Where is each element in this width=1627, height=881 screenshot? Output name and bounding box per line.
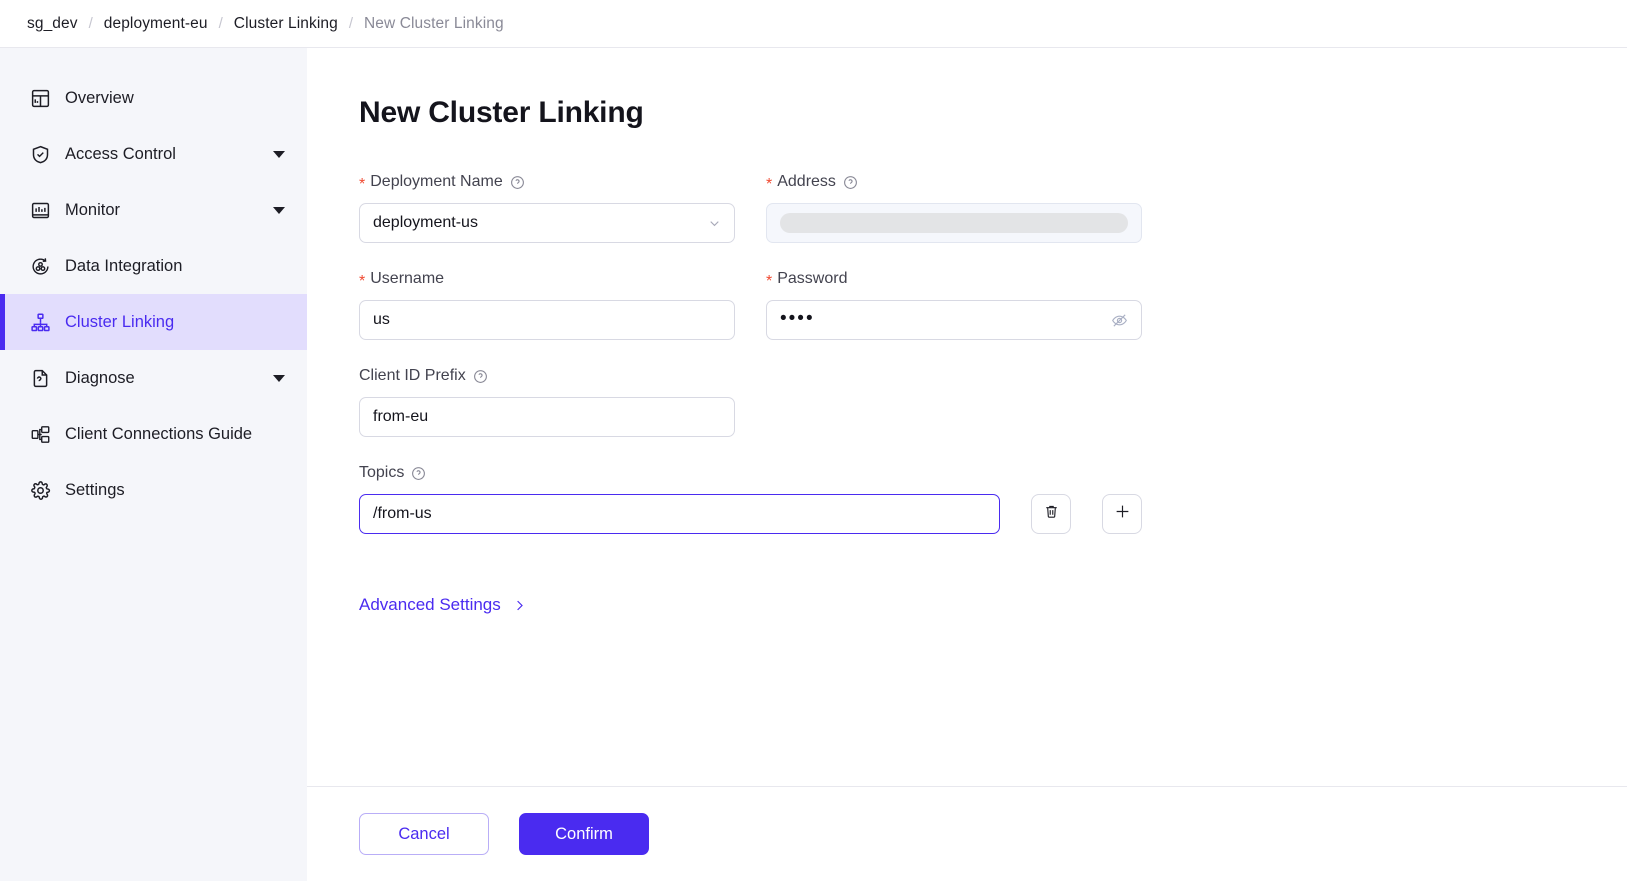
username-input[interactable]: us — [359, 300, 735, 340]
diagnose-file-icon — [29, 367, 51, 389]
label-text: Topics — [359, 464, 405, 481]
advanced-settings-label: Advanced Settings — [359, 595, 501, 614]
address-label: * Address — [766, 172, 1142, 193]
body-region: Overview Access Control Monitor Data Int… — [0, 48, 1627, 881]
label-text: Address — [777, 173, 836, 190]
label-text: Deployment Name — [370, 173, 503, 190]
deployment-name-value: deployment-us — [373, 214, 478, 231]
chevron-down-icon[interactable] — [273, 374, 285, 382]
required-asterisk: * — [359, 273, 366, 290]
sidebar-item-diagnose[interactable]: Diagnose — [0, 350, 307, 406]
page-title: New Cluster Linking — [359, 96, 644, 129]
field-deployment-name: * Deployment Name deployment-us — [359, 172, 735, 243]
client-id-prefix-input[interactable]: from-eu — [359, 397, 735, 437]
field-client-id-prefix: Client ID Prefix from-eu — [359, 366, 735, 437]
form-row-topics: Topics /from-us — [359, 463, 1627, 534]
confirm-button[interactable]: Confirm — [519, 813, 649, 855]
label-text: Client ID Prefix — [359, 367, 466, 384]
trash-icon — [1043, 503, 1060, 525]
sidebar-item-label: Overview — [65, 88, 134, 107]
form-row-deployment-address: * Deployment Name deployment-us * Addres… — [359, 172, 1627, 243]
client-id-prefix-label: Client ID Prefix — [359, 366, 735, 386]
sidebar-item-cluster-linking[interactable]: Cluster Linking — [0, 294, 307, 350]
eye-off-icon[interactable] — [1111, 312, 1128, 329]
sidebar-item-label: Settings — [65, 480, 125, 499]
gear-icon — [29, 479, 51, 501]
sidebar-item-data-integration[interactable]: Data Integration — [0, 238, 307, 294]
breadcrumb: sg_dev / deployment-eu / Cluster Linking… — [27, 15, 504, 33]
help-icon[interactable] — [843, 175, 858, 190]
username-value: us — [373, 311, 390, 328]
breadcrumb-separator: / — [88, 15, 93, 32]
client-id-prefix-value: from-eu — [373, 408, 429, 425]
chevron-right-icon — [512, 598, 527, 613]
help-icon[interactable] — [473, 369, 488, 384]
form-container: New Cluster Linking * Deployment Name de… — [307, 48, 1627, 786]
sidebar-item-label: Cluster Linking — [65, 312, 175, 331]
password-value: •••• — [780, 308, 815, 328]
topics-label: Topics — [359, 463, 1142, 483]
plus-icon — [1113, 502, 1132, 526]
deployment-name-select[interactable]: deployment-us — [359, 203, 735, 243]
sidebar-item-access-control[interactable]: Access Control — [0, 126, 307, 182]
data-integration-icon — [29, 255, 51, 277]
client-connections-icon — [29, 423, 51, 445]
deployment-name-label: * Deployment Name — [359, 172, 735, 193]
delete-topic-button[interactable] — [1031, 494, 1071, 534]
sidebar-item-settings[interactable]: Settings — [0, 462, 307, 518]
sidebar-item-monitor[interactable]: Monitor — [0, 182, 307, 238]
form-row-username-password: * Username us * Password •••• — [359, 269, 1627, 340]
sidebar-item-label: Client Connections Guide — [65, 424, 253, 443]
overview-icon — [29, 87, 51, 109]
required-asterisk: * — [359, 176, 366, 193]
sidebar-item-overview[interactable]: Overview — [0, 70, 307, 126]
address-input[interactable] — [766, 203, 1142, 243]
sidebar-item-label: Access Control — [65, 144, 176, 163]
sidebar-item-client-connections-guide[interactable]: Client Connections Guide — [0, 406, 307, 462]
topics-input[interactable]: /from-us — [359, 494, 1000, 534]
label-text: Password — [777, 270, 848, 287]
label-text: Username — [370, 270, 445, 287]
app-root: sg_dev / deployment-eu / Cluster Linking… — [0, 0, 1627, 881]
cancel-button[interactable]: Cancel — [359, 813, 489, 855]
field-topics: Topics /from-us — [359, 463, 1142, 534]
field-address: * Address — [766, 172, 1142, 243]
sidebar-item-label: Data Integration — [65, 256, 183, 275]
password-input[interactable]: •••• — [766, 300, 1142, 340]
chevron-down-icon[interactable] — [273, 150, 285, 158]
monitor-chart-icon — [29, 199, 51, 221]
top-bar: sg_dev / deployment-eu / Cluster Linking… — [0, 0, 1627, 48]
password-label: * Password — [766, 269, 1142, 290]
required-asterisk: * — [766, 273, 773, 290]
topics-value: /from-us — [373, 505, 432, 522]
help-icon[interactable] — [411, 466, 426, 481]
breadcrumb-item-deployment-eu[interactable]: deployment-eu — [104, 15, 208, 33]
form-footer: Cancel Confirm — [307, 786, 1627, 881]
breadcrumb-item-cluster-linking[interactable]: Cluster Linking — [234, 15, 338, 33]
sidebar: Overview Access Control Monitor Data Int… — [0, 48, 307, 881]
sidebar-item-label: Diagnose — [65, 368, 135, 387]
cluster-linking-icon — [29, 311, 51, 333]
main-panel: New Cluster Linking * Deployment Name de… — [307, 48, 1627, 881]
breadcrumb-item-current: New Cluster Linking — [363, 14, 504, 32]
sidebar-item-label: Monitor — [65, 200, 121, 219]
topics-row: /from-us — [359, 494, 1142, 534]
chevron-down-icon[interactable] — [273, 206, 285, 214]
breadcrumb-separator: / — [218, 15, 223, 32]
breadcrumb-item-sg-dev[interactable]: sg_dev — [27, 15, 78, 33]
field-password: * Password •••• — [766, 269, 1142, 340]
help-icon[interactable] — [510, 175, 525, 190]
add-topic-button[interactable] — [1102, 494, 1142, 534]
form-row-client-id-prefix: Client ID Prefix from-eu — [359, 366, 1627, 437]
shield-check-icon — [29, 143, 51, 165]
username-label: * Username — [359, 269, 735, 290]
required-asterisk: * — [766, 176, 773, 193]
breadcrumb-separator: / — [348, 15, 353, 32]
advanced-settings-link[interactable]: Advanced Settings — [359, 595, 527, 615]
loading-skeleton-bar — [780, 213, 1128, 233]
field-username: * Username us — [359, 269, 735, 340]
chevron-down-icon[interactable] — [708, 217, 721, 230]
